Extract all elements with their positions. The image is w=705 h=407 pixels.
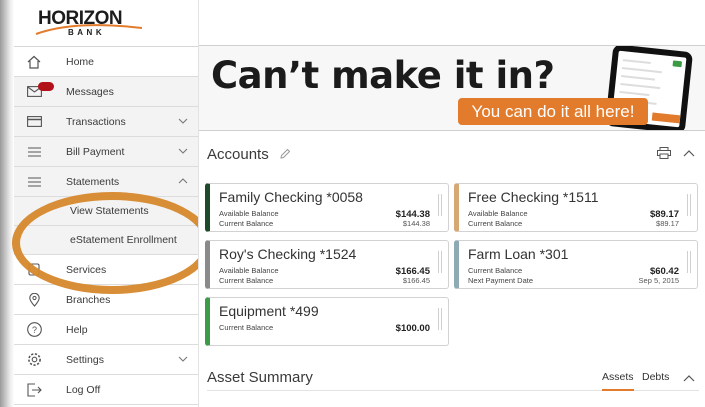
banner-headline: Can’t make it in? xyxy=(211,54,555,97)
horizon-bank-logo[interactable]: HORIZON BANK xyxy=(14,0,198,46)
main-content: Can’t make it in? You can do it all here… xyxy=(198,0,705,407)
pencil-icon[interactable] xyxy=(279,148,291,160)
logo-swoosh-icon xyxy=(35,24,143,35)
banner-cta[interactable]: You can do it all here! xyxy=(458,98,648,125)
menu-lines-icon xyxy=(26,174,42,190)
nav-services-label: Services xyxy=(66,263,107,276)
nav-home[interactable]: Home xyxy=(14,47,198,77)
chevron-up-icon xyxy=(178,178,188,184)
chevron-down-icon xyxy=(178,356,188,362)
account-name: Equipment *499 xyxy=(219,303,319,319)
accounts-title: Accounts xyxy=(207,145,269,163)
unread-badge xyxy=(38,82,54,91)
account-card[interactable]: Roy's Checking *1524 Available Balance $1… xyxy=(205,240,449,289)
nav-statements-label: Statements xyxy=(66,175,120,188)
logout-icon xyxy=(26,382,42,398)
account-name: Farm Loan *301 xyxy=(468,246,569,262)
tab-debts[interactable]: Debts xyxy=(642,371,669,383)
nav-messages[interactable]: Messages xyxy=(14,77,198,107)
gear-icon xyxy=(26,352,42,368)
account-name: Roy's Checking *1524 xyxy=(219,246,357,262)
chevron-down-icon xyxy=(178,118,188,124)
help-circle-icon: ? xyxy=(26,322,42,338)
balance-label: Current Balance xyxy=(468,219,523,228)
nav-estatement-enrollment[interactable]: eStatement Enrollment xyxy=(14,226,198,255)
balance-label: Current Balance xyxy=(219,323,274,332)
nav-view-statements[interactable]: View Statements xyxy=(14,197,198,226)
asset-summary-title: Asset Summary xyxy=(207,369,313,386)
sidebar-nav: Home Messages Transactions Bill Payment xyxy=(14,46,198,405)
home-icon xyxy=(26,54,42,70)
account-card[interactable]: Equipment *499 Current Balance $100.00 xyxy=(205,297,449,346)
balance-label: Current Balance xyxy=(219,276,274,285)
chevron-down-icon xyxy=(178,148,188,154)
location-pin-icon xyxy=(26,292,42,308)
balance-label: Next Payment Date xyxy=(468,276,534,285)
card-icon xyxy=(26,114,42,130)
nav-branches[interactable]: Branches xyxy=(14,285,198,315)
balance-label: Current Balance xyxy=(219,219,274,228)
services-icon xyxy=(26,262,42,278)
account-card[interactable]: Free Checking *1511 Available Balance $89… xyxy=(454,183,698,232)
svg-text:?: ? xyxy=(31,325,36,335)
collapse-chevron-icon[interactable] xyxy=(683,148,695,158)
nav-bill-payment-label: Bill Payment xyxy=(66,145,125,158)
window-edge-shadow xyxy=(0,0,14,407)
drag-handle-icon[interactable] xyxy=(687,194,691,216)
balance-value: $166.45 xyxy=(402,276,430,285)
sidebar: HORIZON BANK Home Messages Transactions xyxy=(14,0,198,407)
tab-assets[interactable]: Assets xyxy=(602,371,634,391)
promo-banner[interactable]: Can’t make it in? You can do it all here… xyxy=(199,45,705,131)
nav-bill-payment[interactable]: Bill Payment xyxy=(14,137,198,167)
balance-value: Sep 5, 2015 xyxy=(638,276,679,285)
nav-settings[interactable]: Settings xyxy=(14,345,198,375)
balance-value: $100.00 xyxy=(395,323,430,334)
nav-help-label: Help xyxy=(66,323,88,336)
nav-home-label: Home xyxy=(66,55,95,68)
nav-messages-label: Messages xyxy=(66,85,114,98)
asset-summary-header: Asset Summary Assets Debts xyxy=(207,367,699,391)
drag-handle-icon[interactable] xyxy=(687,251,691,273)
account-card[interactable]: Farm Loan *301 Current Balance $60.42 Nex… xyxy=(454,240,698,289)
drag-handle-icon[interactable] xyxy=(438,308,442,330)
nav-log-off-label: Log Off xyxy=(66,383,101,396)
nav-settings-label: Settings xyxy=(66,353,104,366)
account-name: Free Checking *1511 xyxy=(468,189,599,205)
print-icon[interactable] xyxy=(657,147,671,159)
nav-log-off[interactable]: Log Off xyxy=(14,375,198,405)
balance-value: $144.38 xyxy=(402,219,430,228)
account-name: Family Checking *0058 xyxy=(219,189,363,205)
nav-transactions[interactable]: Transactions xyxy=(14,107,198,137)
nav-branches-label: Branches xyxy=(66,293,111,306)
accounts-header: Accounts xyxy=(207,143,699,165)
nav-help[interactable]: ? Help xyxy=(14,315,198,345)
balance-value: $89.17 xyxy=(656,219,679,228)
nav-services[interactable]: Services xyxy=(14,255,198,285)
nav-statements[interactable]: Statements xyxy=(14,167,198,197)
account-card[interactable]: Family Checking *0058 Available Balance $… xyxy=(205,183,449,232)
menu-lines-icon xyxy=(26,144,42,160)
drag-handle-icon[interactable] xyxy=(438,251,442,273)
collapse-chevron-icon[interactable] xyxy=(683,373,695,383)
nav-transactions-label: Transactions xyxy=(66,115,126,128)
drag-handle-icon[interactable] xyxy=(438,194,442,216)
